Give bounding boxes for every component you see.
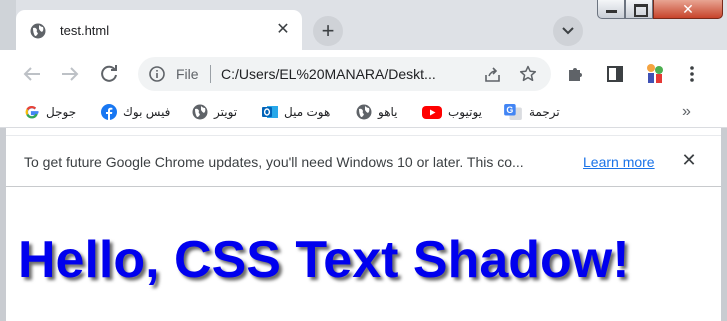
youtube-icon (422, 106, 442, 119)
page-content: Hello, CSS Text Shadow! (6, 192, 721, 321)
bookmark-youtube[interactable]: يوتيوب (422, 103, 482, 121)
tab-close-icon[interactable]: ✕ (274, 21, 292, 39)
chevron-down-icon (562, 27, 574, 35)
translate-icon: G (504, 104, 522, 120)
profile-avatar-icon[interactable] (643, 61, 667, 85)
info-icon[interactable] (149, 66, 165, 82)
address-bar[interactable]: File C:/Users/EL%20MANARA/Deskt... (138, 57, 551, 91)
globe-icon (356, 104, 372, 120)
bookmark-google[interactable]: جوجل (24, 103, 76, 121)
window-controls: ✕ (597, 0, 727, 19)
bookmark-label: فيس بوك (123, 105, 171, 119)
bookmark-label: تويتر (214, 105, 238, 119)
tab-test-html[interactable]: test.html ✕ (16, 10, 302, 50)
outlook-icon (262, 106, 278, 118)
extensions-puzzle-icon[interactable] (566, 64, 586, 84)
update-infobar: To get future Google Chrome updates, you… (6, 135, 721, 187)
scheme-label: File (176, 66, 199, 82)
new-tab-button[interactable]: + (313, 16, 343, 46)
side-panel-icon[interactable] (605, 64, 625, 84)
url-text[interactable]: C:/Users/EL%20MANARA/Deskt... (221, 66, 436, 82)
google-icon (25, 105, 39, 119)
bookmarks-overflow-button[interactable]: » (682, 103, 691, 121)
bookmark-label: هوت ميل (284, 105, 331, 119)
bookmark-label: يوتيوب (448, 105, 482, 119)
bookmark-facebook[interactable]: فيس بوك (101, 103, 170, 121)
window-frame-right (721, 128, 727, 321)
facebook-icon (101, 104, 117, 120)
globe-icon (192, 104, 208, 120)
forward-arrow-icon[interactable] (58, 62, 82, 86)
tab-title: test.html (60, 23, 110, 38)
bookmark-label: ترجمة (529, 105, 560, 119)
globe-icon (30, 23, 46, 39)
more-menu-icon[interactable] (682, 64, 702, 84)
learn-more-link[interactable]: Learn more (583, 154, 655, 170)
page-headline: Hello, CSS Text Shadow! (18, 231, 630, 289)
share-icon[interactable] (484, 66, 501, 83)
close-window-button[interactable]: ✕ (653, 0, 723, 19)
tab-search-button[interactable] (553, 16, 583, 46)
bookmark-label: ياهو (378, 105, 398, 119)
infobar-close-icon[interactable]: ✕ (680, 151, 698, 169)
bookmark-hotmail[interactable]: هوت ميل (262, 103, 330, 121)
svg-text:G: G (506, 105, 513, 115)
maximize-button[interactable] (625, 0, 653, 19)
bookmark-twitter[interactable]: تويتر (192, 103, 237, 121)
close-icon: ✕ (682, 1, 694, 17)
back-arrow-icon[interactable] (20, 62, 44, 86)
bookmark-yahoo[interactable]: ياهو (356, 103, 398, 121)
bookmark-translate[interactable]: G ترجمة (503, 103, 560, 121)
tab-strip: test.html ✕ + ✕ (0, 0, 727, 50)
separator (210, 65, 211, 83)
bookmark-label: جوجل (46, 105, 77, 119)
star-icon[interactable] (519, 65, 537, 83)
bookmarks-bar: جوجل فيس بوك تويتر هوت ميل ياهو يوتيوب G… (0, 97, 727, 128)
reload-icon[interactable] (97, 62, 121, 86)
infobar-message: To get future Google Chrome updates, you… (24, 154, 524, 170)
minimize-button[interactable] (597, 0, 625, 19)
